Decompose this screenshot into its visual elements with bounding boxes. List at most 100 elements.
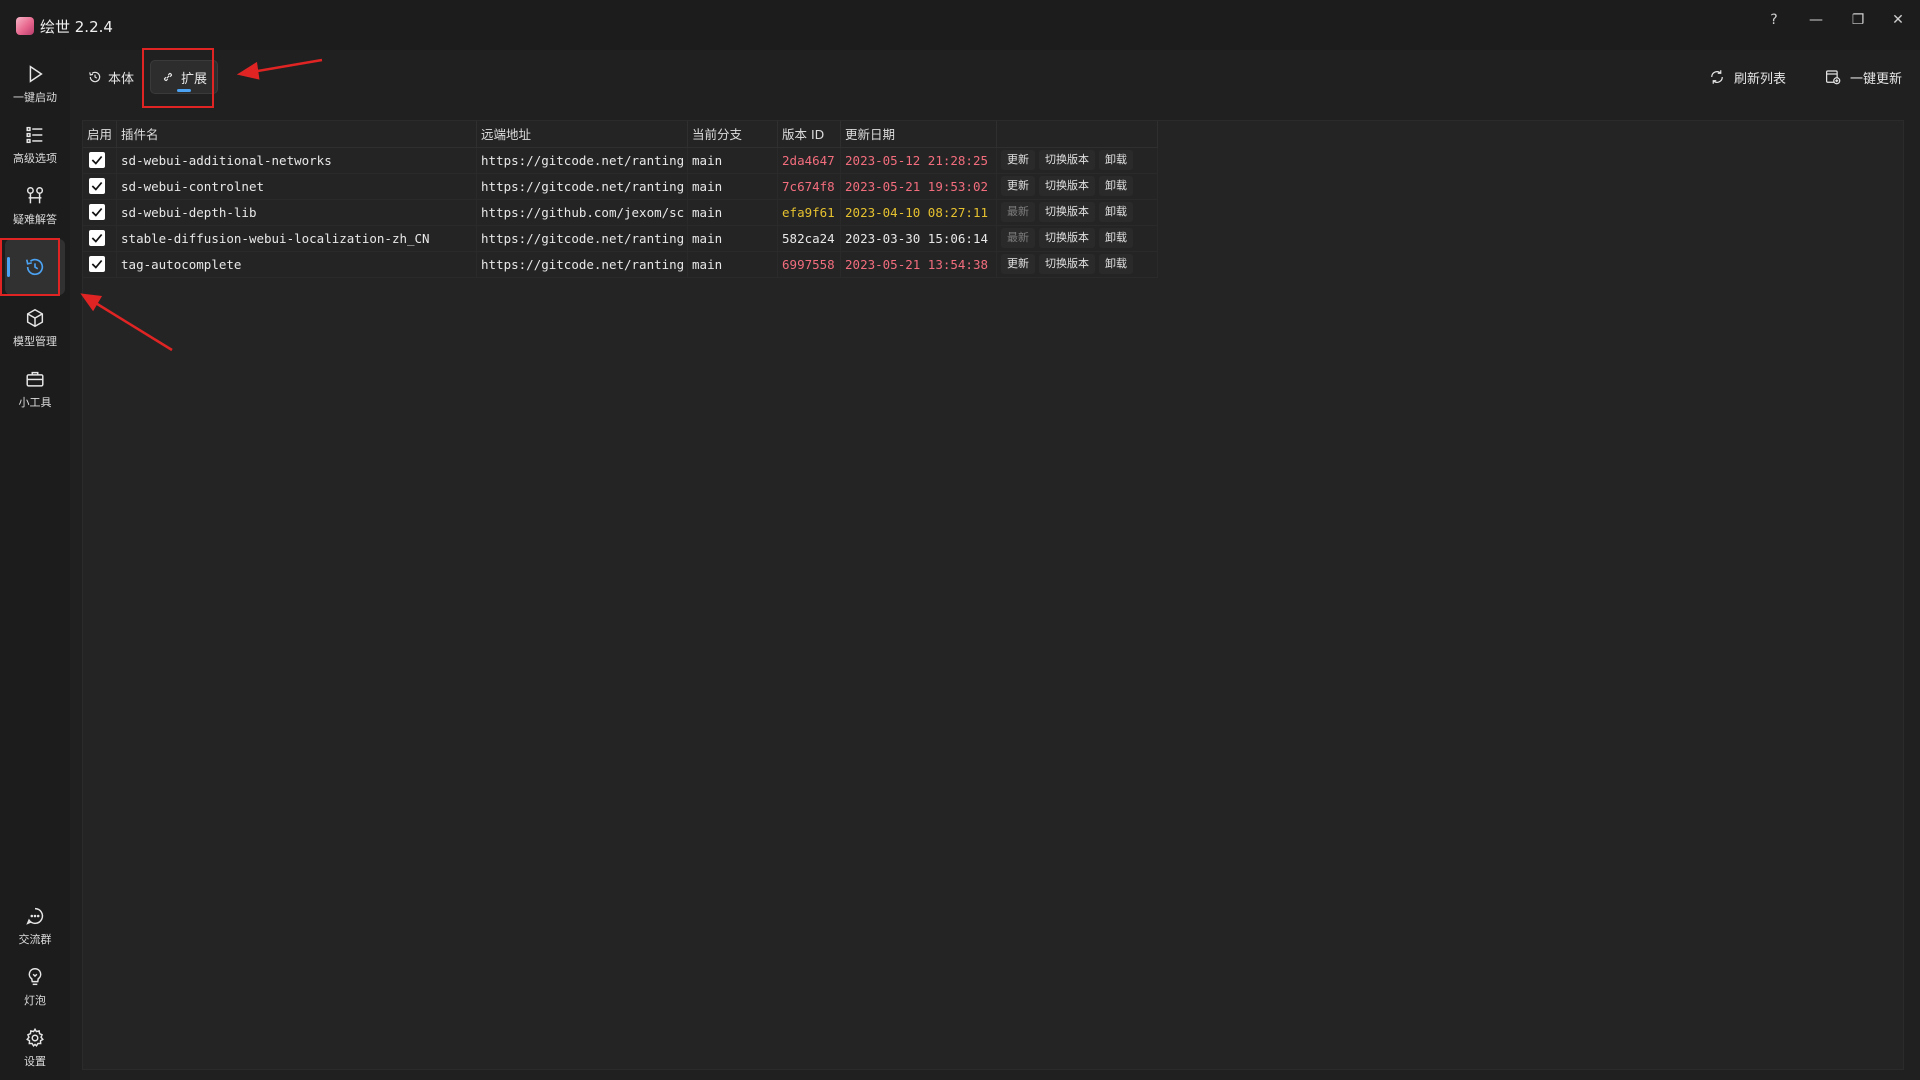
enabled-cell [83, 199, 118, 226]
title-bar: 绘世 2.2.4 ? — ❐ ✕ [0, 0, 1920, 50]
close-button[interactable]: ✕ [1880, 6, 1916, 34]
sidebar-item-label: 交流群 [18, 933, 52, 946]
sidebar-item-advanced[interactable]: 高级选项 [5, 117, 65, 173]
uninstall-button[interactable]: 卸载 [1099, 202, 1134, 222]
switch-version-button[interactable]: 切换版本 [1039, 176, 1096, 196]
sidebar-item-bulb[interactable]: 灯泡 [5, 959, 65, 1015]
column-header-actions [996, 121, 1159, 148]
enabled-checkbox[interactable] [89, 152, 105, 168]
update-icon [1826, 70, 1841, 85]
sidebar-item-tools[interactable]: 小工具 [5, 361, 65, 417]
row-actions: 最新 切换版本 卸载 [996, 225, 1159, 252]
restore-button[interactable]: ❐ [1840, 6, 1876, 34]
column-header-enabled[interactable]: 启用 [83, 121, 118, 148]
toolbar-actions: 刷新列表 一键更新 [1708, 62, 1902, 92]
update-button[interactable]: 更新 [1001, 254, 1036, 274]
version-id: 7c674f8 [777, 173, 842, 200]
table-header-row: 启用 插件名 远端地址 当前分支 版本 ID 更新日期 [83, 121, 1159, 148]
switch-version-button[interactable]: 切换版本 [1039, 202, 1096, 222]
branch: main [687, 251, 779, 278]
checkmark-icon [91, 155, 103, 165]
version-id: efa9f61 [777, 199, 842, 226]
minimize-button[interactable]: — [1798, 6, 1834, 34]
version-id: 2da4647 [777, 147, 842, 174]
switch-version-button[interactable]: 切换版本 [1039, 228, 1096, 248]
table-row[interactable]: stable-diffusion-webui-localization-zh_C… [83, 225, 1159, 252]
update-button[interactable]: 更新 [1001, 176, 1036, 196]
column-header-version[interactable]: 版本 ID [777, 121, 842, 148]
update-date: 2023-05-21 19:53:02 [840, 173, 998, 200]
sidebar-item-models[interactable]: 模型管理 [5, 300, 65, 356]
refresh-list-label: 刷新列表 [1733, 71, 1786, 87]
uninstall-button[interactable]: 卸载 [1099, 150, 1134, 170]
history-icon [89, 71, 101, 83]
checkmark-icon [91, 259, 103, 269]
sidebar-item-label: 模型管理 [13, 335, 57, 348]
table-row[interactable]: sd-webui-depth-lib https://github.com/je… [83, 199, 1159, 226]
sidebar-item-launch[interactable]: 一键启动 [5, 56, 65, 112]
extension-name: sd-webui-additional-networks [116, 147, 478, 174]
column-header-name[interactable]: 插件名 [116, 121, 478, 148]
checkmark-icon [91, 233, 103, 243]
extension-name: sd-webui-depth-lib [116, 199, 478, 226]
toolbox-icon [26, 371, 44, 387]
extension-name: stable-diffusion-webui-localization-zh_C… [116, 225, 478, 252]
branch: main [687, 225, 779, 252]
update-button[interactable]: 更新 [1001, 150, 1036, 170]
table-row[interactable]: sd-webui-additional-networks https://git… [83, 147, 1159, 174]
uninstall-button[interactable]: 卸载 [1099, 228, 1134, 248]
row-actions: 更新 切换版本 卸载 [996, 251, 1159, 278]
remote-url: https://github.com/jexom/sc [476, 199, 689, 226]
sidebar-item-troubleshoot[interactable]: 疑难解答 [5, 178, 65, 234]
sidebar-item-settings[interactable]: 设置 [5, 1020, 65, 1076]
sidebar-item-label: 设置 [24, 1055, 46, 1068]
enabled-cell [83, 147, 118, 174]
update-all-button[interactable]: 一键更新 [1824, 62, 1902, 92]
sidebar-item-label: 一键启动 [13, 91, 57, 104]
remote-url: https://gitcode.net/ranting [476, 225, 689, 252]
remote-url: https://gitcode.net/ranting [476, 173, 689, 200]
sidebar-item-label: 高级选项 [13, 152, 57, 165]
column-header-branch[interactable]: 当前分支 [687, 121, 779, 148]
row-actions: 更新 切换版本 卸载 [996, 173, 1159, 200]
enabled-checkbox[interactable] [89, 256, 105, 272]
sidebar-item-label: 小工具 [18, 396, 52, 409]
app-title: 绘世 2.2.4 [40, 18, 113, 36]
enabled-cell [83, 251, 118, 278]
column-header-date[interactable]: 更新日期 [840, 121, 998, 148]
enabled-checkbox[interactable] [89, 230, 105, 246]
uninstall-button[interactable]: 卸载 [1099, 176, 1134, 196]
refresh-icon [1711, 70, 1723, 84]
bulb-icon [28, 968, 42, 986]
update-date: 2023-05-12 21:28:25 [840, 147, 998, 174]
extensions-table: 启用 插件名 远端地址 当前分支 版本 ID 更新日期 sd-webui-add… [83, 121, 1159, 278]
annotation-box-sidebar [0, 238, 60, 296]
uninstall-button[interactable]: 卸载 [1099, 254, 1134, 274]
enabled-checkbox[interactable] [89, 178, 105, 194]
sidebar-item-community[interactable]: 交流群 [5, 898, 65, 954]
branch: main [687, 147, 779, 174]
list-icon [26, 126, 43, 144]
tab-core[interactable]: 本体 [78, 60, 144, 94]
enabled-cell [83, 225, 118, 252]
chat-icon [26, 907, 44, 925]
wrench-icon [26, 187, 44, 204]
switch-version-button[interactable]: 切换版本 [1039, 150, 1096, 170]
table-row[interactable]: tag-autocomplete https://gitcode.net/ran… [83, 251, 1159, 278]
update-date: 2023-05-21 13:54:38 [840, 251, 998, 278]
branch: main [687, 173, 779, 200]
version-id: 6997558 [777, 251, 842, 278]
checkmark-icon [91, 181, 103, 191]
sidebar-item-label: 疑难解答 [13, 213, 57, 226]
extensions-table-container: 启用 插件名 远端地址 当前分支 版本 ID 更新日期 sd-webui-add… [82, 120, 1904, 1070]
table-row[interactable]: sd-webui-controlnet https://gitcode.net/… [83, 173, 1159, 200]
row-actions: 更新 切换版本 卸载 [996, 147, 1159, 174]
enabled-checkbox[interactable] [89, 204, 105, 220]
remote-url: https://gitcode.net/ranting [476, 147, 689, 174]
switch-version-button[interactable]: 切换版本 [1039, 254, 1096, 274]
update-date: 2023-04-10 08:27:11 [840, 199, 998, 226]
column-header-remote[interactable]: 远端地址 [476, 121, 689, 148]
help-button[interactable]: ? [1756, 6, 1792, 34]
update-date: 2023-03-30 15:06:14 [840, 225, 998, 252]
refresh-list-button[interactable]: 刷新列表 [1708, 62, 1786, 92]
